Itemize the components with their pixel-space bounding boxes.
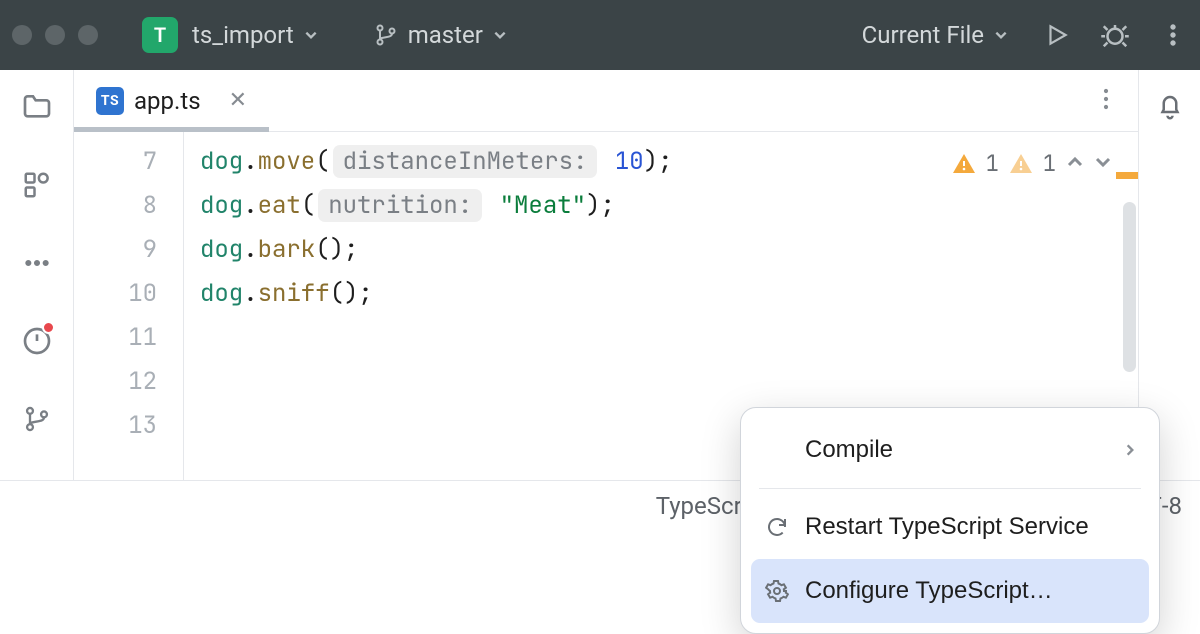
code-line: dog.eat(nutrition: "Meat"); xyxy=(200,184,1138,228)
notifications-tool-button[interactable] xyxy=(1155,92,1185,126)
popup-item-configure[interactable]: Configure TypeScript… xyxy=(751,559,1149,623)
bug-icon xyxy=(1100,20,1130,50)
chevron-down-icon xyxy=(994,28,1008,42)
typescript-file-icon: TS xyxy=(96,87,124,115)
weak-warning-count: 1 xyxy=(1043,142,1056,186)
titlebar: T ts_import master Current File xyxy=(0,0,1200,70)
popup-item-label: Restart TypeScript Service xyxy=(805,505,1089,549)
project-badge: T xyxy=(142,17,178,53)
prev-highlight-button[interactable] xyxy=(1066,142,1084,186)
maximize-window-icon[interactable] xyxy=(78,25,98,45)
project-selector[interactable]: ts_import xyxy=(192,21,318,49)
popup-item-restart[interactable]: Restart TypeScript Service xyxy=(741,495,1159,559)
more-vertical-icon xyxy=(1161,23,1185,47)
structure-tool-button[interactable] xyxy=(20,168,54,202)
more-actions-button[interactable] xyxy=(1158,20,1188,50)
window-controls xyxy=(12,25,98,45)
line-number: 8 xyxy=(74,184,157,228)
notification-dot xyxy=(42,321,55,334)
popup-divider xyxy=(759,488,1141,489)
error-stripe-mark[interactable] xyxy=(1116,172,1138,179)
gear-icon xyxy=(763,577,791,605)
run-config-selector[interactable]: Current File xyxy=(862,21,1008,49)
play-icon xyxy=(1044,22,1070,48)
warning-icon xyxy=(952,152,976,176)
bell-icon xyxy=(1155,92,1185,122)
vcs-tool-button[interactable] xyxy=(20,402,54,436)
line-gutter: 7 8 9 10 11 12 13 xyxy=(74,132,184,480)
more-vertical-icon xyxy=(1094,87,1118,111)
weak-warning-icon xyxy=(1009,152,1033,176)
left-toolbar xyxy=(0,70,74,480)
popup-item-label: Compile xyxy=(805,428,893,472)
problems-tool-button[interactable] xyxy=(20,324,54,358)
tab-app-ts[interactable]: TS app.ts ✕ xyxy=(96,87,247,115)
branch-icon xyxy=(374,23,398,47)
inspection-widget[interactable]: 1 1 xyxy=(952,142,1112,186)
popup-item-compile[interactable]: Compile xyxy=(741,418,1159,482)
code-editor[interactable]: 7 8 9 10 11 12 13 dog.move(distanceInMet… xyxy=(74,132,1138,480)
line-number: 12 xyxy=(74,360,157,404)
folder-icon xyxy=(21,91,53,123)
editor-tabs: TS app.ts ✕ xyxy=(74,70,1138,132)
code-line: dog.bark(); xyxy=(200,228,1138,272)
next-highlight-button[interactable] xyxy=(1094,142,1112,186)
editor-area: TS app.ts ✕ 7 8 9 10 11 12 13 d xyxy=(74,70,1138,480)
chevron-down-icon xyxy=(304,28,318,42)
run-config-name: Current File xyxy=(862,21,984,49)
close-window-icon[interactable] xyxy=(12,25,32,45)
project-name: ts_import xyxy=(192,21,294,49)
line-number: 13 xyxy=(74,404,157,448)
tab-more-button[interactable] xyxy=(1094,87,1118,115)
debug-button[interactable] xyxy=(1100,20,1130,50)
popup-item-label: Configure TypeScript… xyxy=(805,569,1053,613)
inlay-hint: distanceInMeters: xyxy=(333,145,598,178)
line-number: 10 xyxy=(74,272,157,316)
warning-count: 1 xyxy=(986,142,999,186)
line-number: 11 xyxy=(74,316,157,360)
more-horizontal-icon xyxy=(24,250,50,276)
project-tool-button[interactable] xyxy=(20,90,54,124)
vcs-branch-selector[interactable]: master xyxy=(374,21,507,49)
run-button[interactable] xyxy=(1042,20,1072,50)
tab-filename: app.ts xyxy=(134,87,201,115)
line-number: 9 xyxy=(74,228,157,272)
line-number: 7 xyxy=(74,140,157,184)
vertical-scrollbar[interactable] xyxy=(1123,202,1136,372)
typescript-widget-popup: Compile Restart TypeScript Service Confi… xyxy=(740,407,1160,634)
inlay-hint: nutrition: xyxy=(318,189,482,222)
chevron-right-icon xyxy=(1123,428,1137,472)
close-tab-icon[interactable]: ✕ xyxy=(229,88,247,113)
structure-icon xyxy=(22,170,52,200)
minimize-window-icon[interactable] xyxy=(45,25,65,45)
more-tool-button[interactable] xyxy=(20,246,54,280)
restart-icon xyxy=(763,513,791,541)
chevron-down-icon xyxy=(493,28,507,42)
branch-icon xyxy=(23,405,51,433)
code-line: dog.sniff(); xyxy=(200,272,1138,316)
code-content[interactable]: dog.move(distanceInMeters: 10); dog.eat(… xyxy=(184,132,1138,480)
branch-name: master xyxy=(408,21,483,49)
